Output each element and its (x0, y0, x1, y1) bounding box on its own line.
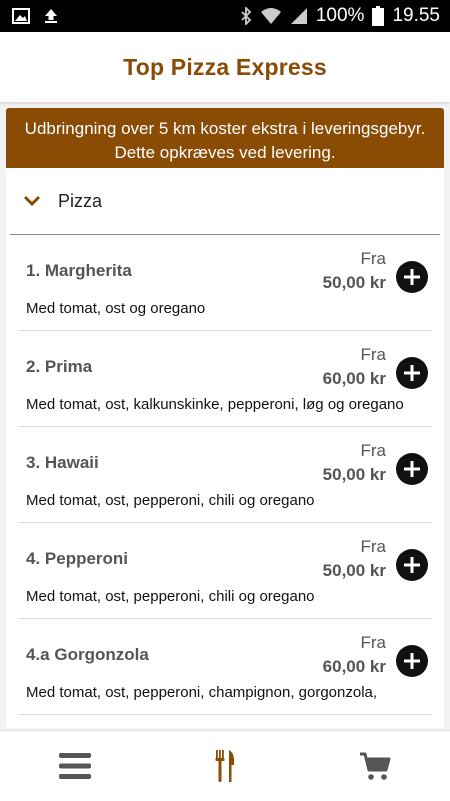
upload-icon (44, 8, 58, 24)
nav-food-menu-button[interactable] (185, 736, 265, 796)
chevron-down-icon[interactable] (12, 195, 52, 207)
menu-item-list: 1. Margherita Fra 50,00 kr Med tomat, os… (6, 235, 444, 715)
battery-icon (372, 6, 385, 26)
item-name: 1. Margherita (26, 261, 132, 280)
page-title: Top Pizza Express (123, 53, 327, 80)
category-header-pizza[interactable]: Pizza (10, 168, 440, 235)
menu-item[interactable]: 4. Pepperoni Fra 50,00 kr Med tomat, ost… (18, 523, 432, 619)
price-prefix: Fra (360, 537, 387, 556)
price-prefix: Fra (360, 633, 387, 652)
item-name: 4.a Gorgonzola (26, 645, 149, 664)
item-price: Fra 50,00 kr (323, 249, 386, 293)
plus-icon (404, 557, 420, 573)
nav-menu-button[interactable] (35, 736, 115, 796)
status-bar: 100% 19.55 (0, 0, 450, 32)
signal-icon (290, 7, 308, 25)
plus-icon (404, 653, 420, 669)
item-price: Fra 50,00 kr (323, 537, 386, 581)
item-description: Med tomat, ost og oregano (26, 300, 206, 317)
price-value: 50,00 kr (322, 465, 386, 484)
bluetooth-icon (240, 7, 252, 25)
menu-item[interactable]: 2. Prima Fra 60,00 kr Med tomat, ost, ka… (18, 331, 432, 427)
price-value: 50,00 kr (322, 273, 386, 292)
add-to-cart-button[interactable] (396, 261, 428, 293)
wifi-icon (260, 7, 282, 25)
cart-icon (360, 752, 391, 780)
price-value: 50,00 kr (322, 561, 386, 580)
menu-card: Udbringning over 5 km koster ekstra i le… (6, 108, 444, 728)
price-prefix: Fra (360, 345, 387, 364)
app-header: Top Pizza Express (0, 32, 450, 102)
menu-item[interactable]: 1. Margherita Fra 50,00 kr Med tomat, os… (18, 235, 432, 331)
item-name: 3. Hawaii (26, 453, 99, 472)
item-price: Fra 60,00 kr (323, 633, 386, 677)
plus-icon (404, 269, 420, 285)
item-description: Med tomat, ost, pepperoni, chili og oreg… (26, 492, 315, 509)
price-prefix: Fra (360, 249, 387, 268)
plus-icon (404, 461, 420, 477)
add-to-cart-button[interactable] (396, 549, 428, 581)
item-description: Med tomat, ost, pepperoni, champignon, g… (26, 684, 378, 701)
item-description: Med tomat, ost, kalkunskinke, pepperoni,… (26, 396, 404, 413)
battery-percent: 100% (315, 5, 365, 26)
delivery-notice-banner: Udbringning over 5 km koster ekstra i le… (6, 108, 444, 168)
price-prefix: Fra (360, 441, 387, 460)
image-icon (12, 8, 30, 24)
price-value: 60,00 kr (322, 369, 386, 388)
bottom-navigation (0, 730, 450, 801)
item-name: 2. Prima (26, 357, 93, 376)
menu-item[interactable]: 3. Hawaii Fra 50,00 kr Med tomat, ost, p… (18, 427, 432, 523)
cutlery-icon (215, 750, 235, 782)
add-to-cart-button[interactable] (396, 453, 428, 485)
item-price: Fra 60,00 kr (323, 345, 386, 389)
item-price: Fra 50,00 kr (323, 441, 386, 485)
plus-icon (404, 365, 420, 381)
price-value: 60,00 kr (322, 657, 386, 676)
category-label: Pizza (58, 190, 103, 211)
item-name: 4. Pepperoni (26, 549, 129, 568)
menu-item[interactable]: 4.a Gorgonzola Fra 60,00 kr Med tomat, o… (18, 619, 432, 715)
add-to-cart-button[interactable] (396, 357, 428, 389)
add-to-cart-button[interactable] (396, 645, 428, 677)
item-description: Med tomat, ost, pepperoni, chili og oreg… (26, 588, 315, 605)
clock: 19.55 (392, 5, 440, 26)
menu-icon (59, 753, 91, 779)
nav-cart-button[interactable] (335, 736, 415, 796)
